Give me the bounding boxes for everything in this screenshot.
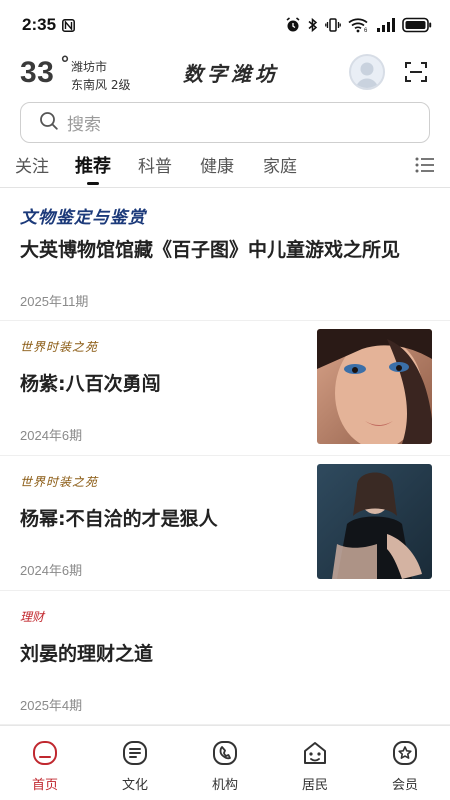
nav-culture[interactable]: 文化 — [105, 726, 165, 800]
battery-icon — [402, 17, 432, 33]
article-feed: 文物鉴定与鉴赏 大英博物馆馆藏《百子图》中儿童游戏之所见 2025年11期 世界… — [0, 189, 450, 725]
member-icon — [393, 741, 417, 765]
list-item[interactable]: 文物鉴定与鉴赏 大英博物馆馆藏《百子图》中儿童游戏之所见 2025年11期 — [0, 189, 450, 321]
article-issue: 2025年4期 — [20, 698, 83, 713]
list-item[interactable]: 世界时装之苑 杨紫:八百次勇闯 2024年6期 — [0, 321, 450, 456]
svg-text:6: 6 — [364, 28, 368, 33]
culture-icon — [123, 741, 147, 765]
search-bar[interactable]: 搜索 — [20, 102, 430, 143]
tab-follow[interactable]: 关注 — [15, 152, 49, 177]
app-header: 33 ° 潍坊市 东南风 2级 数字潍坊 — [0, 50, 450, 98]
status-time: 2:35 — [22, 15, 57, 34]
nav-organization[interactable]: 机构 — [195, 726, 255, 800]
source-logo: 理财 — [20, 610, 45, 624]
active-tab-indicator — [87, 182, 99, 185]
app-logo-title: 数字潍坊 — [183, 62, 279, 86]
status-bar: 2:35 6 — [0, 0, 450, 50]
article-title: 刘晏的理财之道 — [20, 643, 154, 665]
source-logo: 世界时装之苑 — [20, 475, 99, 489]
wind-info: 东南风 2级 — [71, 78, 131, 92]
nav-label: 首页 — [31, 778, 58, 793]
article-title: 杨紫:八百次勇闯 — [20, 373, 161, 395]
temperature: 33 — [20, 56, 55, 89]
tab-menu-icon[interactable] — [415, 156, 435, 174]
wifi-icon: 6 — [348, 17, 370, 33]
category-tabs: 关注 推荐 科普 健康 家庭 — [0, 148, 450, 188]
nav-label: 文化 — [121, 778, 148, 793]
signal-icon — [377, 18, 395, 32]
scan-icon[interactable] — [404, 60, 428, 84]
tab-recommend[interactable]: 推荐 — [75, 152, 111, 178]
article-thumbnail — [317, 464, 432, 579]
alarm-icon — [285, 17, 301, 33]
article-issue: 2024年6期 — [20, 563, 83, 578]
home-icon — [33, 741, 57, 765]
avatar[interactable] — [349, 54, 385, 90]
temperature-unit: ° — [61, 53, 69, 75]
bottom-navigation: 首页 文化 机构 居民 会员 — [0, 725, 450, 800]
n-icon — [62, 18, 75, 32]
source-logo: 文物鉴定与鉴赏 — [20, 208, 146, 228]
nav-home[interactable]: 首页 — [15, 726, 75, 800]
search-placeholder: 搜索 — [67, 115, 101, 135]
list-item[interactable]: 理财 刘晏的理财之道 2025年4期 — [0, 591, 450, 725]
city-name: 潍坊市 — [71, 60, 108, 74]
tab-family[interactable]: 家庭 — [263, 152, 297, 177]
nav-member[interactable]: 会员 — [375, 726, 435, 800]
user-avatar-icon — [355, 62, 379, 88]
vibrate-icon — [325, 17, 341, 33]
bluetooth-icon — [308, 17, 318, 33]
nav-label: 会员 — [391, 778, 418, 793]
article-title: 杨幂:不自洽的才是狠人 — [20, 508, 218, 530]
source-logo: 世界时装之苑 — [20, 340, 99, 354]
nav-label: 居民 — [301, 778, 328, 793]
nav-label: 机构 — [211, 778, 238, 793]
tab-health[interactable]: 健康 — [200, 152, 234, 177]
article-title: 大英博物馆馆藏《百子图》中儿童游戏之所见 — [20, 239, 401, 261]
search-icon — [39, 111, 59, 135]
article-thumbnail — [317, 329, 432, 444]
article-issue: 2024年6期 — [20, 428, 83, 443]
nav-resident[interactable]: 居民 — [285, 726, 345, 800]
resident-icon — [304, 742, 326, 764]
tab-science[interactable]: 科普 — [138, 152, 172, 177]
list-item[interactable]: 世界时装之苑 杨幂:不自洽的才是狠人 2024年6期 — [0, 456, 450, 591]
organization-icon — [213, 741, 237, 765]
article-issue: 2025年11期 — [20, 294, 89, 309]
